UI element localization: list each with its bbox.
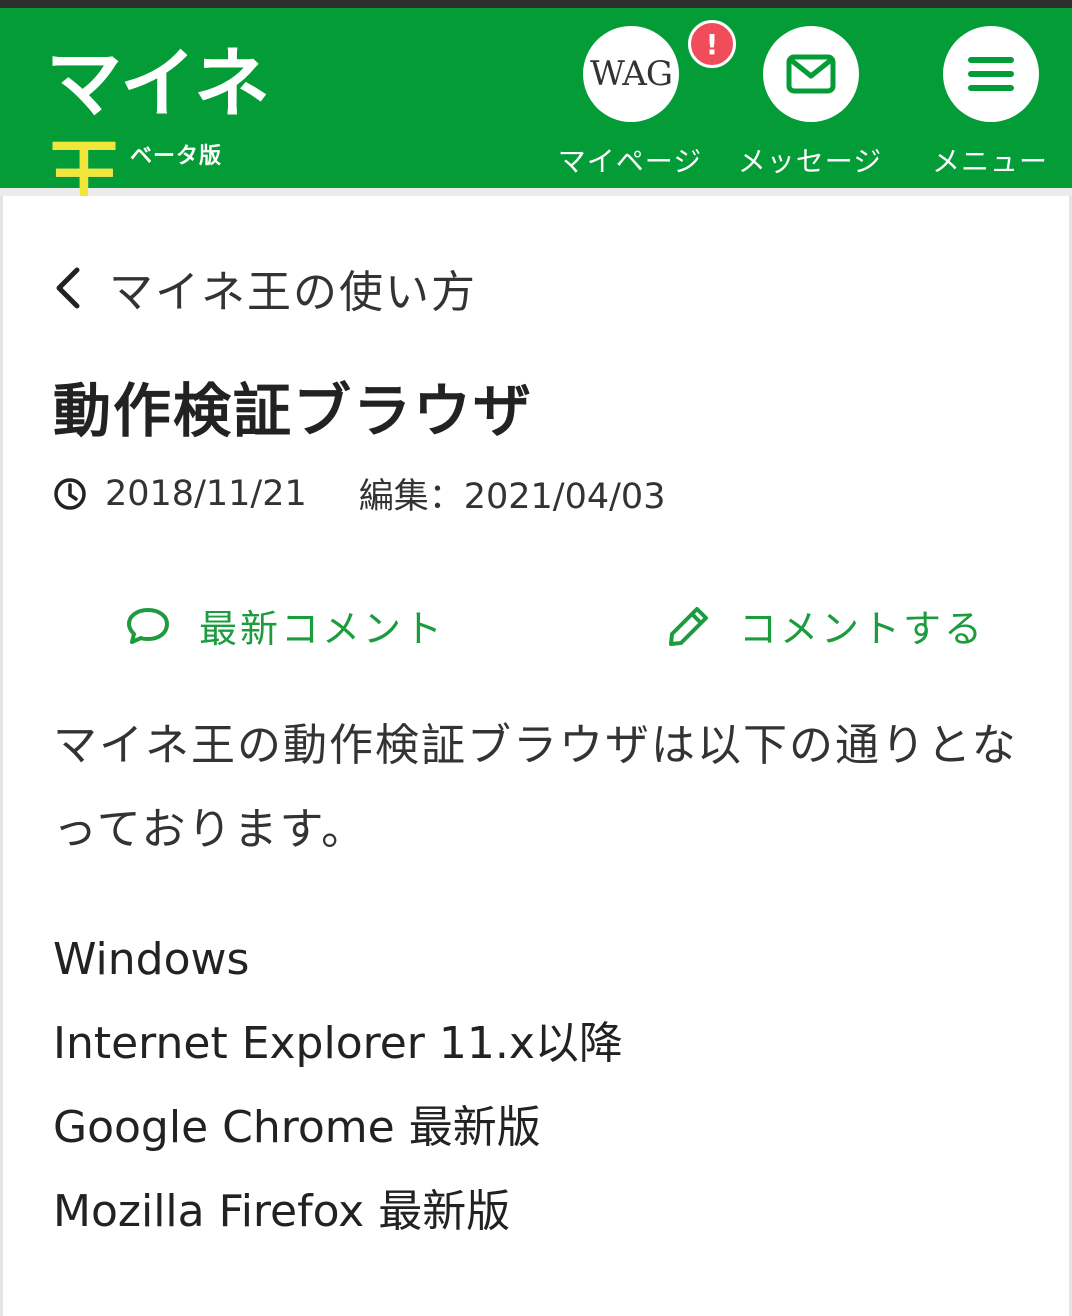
menu-circle[interactable] xyxy=(943,26,1039,122)
messages-button[interactable]: メッセージ xyxy=(730,26,890,186)
breadcrumb-label: マイネ王の使い方 xyxy=(109,267,477,318)
mypage-button[interactable]: WAG ! マイページ xyxy=(550,20,736,186)
logo-beta-label: ベータ版 xyxy=(130,144,223,169)
messages-circle[interactable] xyxy=(763,26,859,122)
list-item: Mozilla Firefox 最新版 xyxy=(53,1186,511,1237)
site-header: マイネ王 ベータ版 WAG ! マイページ メッセージ メニュー xyxy=(0,8,1072,220)
intro-paragraph: マイネ王の動作検証ブラウザは以下の通りとなっております。 xyxy=(53,720,1018,855)
write-comment-label: コメントする xyxy=(739,607,986,651)
hamburger-icon xyxy=(968,57,1014,91)
menu-label: メニュー xyxy=(931,145,1048,178)
pencil-icon xyxy=(669,606,708,646)
browser-list: Windows Internet Explorer 11.x以降 Google … xyxy=(53,918,623,1254)
article-meta: 2018/11/21 編集：2021/04/03 xyxy=(53,468,665,519)
list-item: Google Chrome 最新版 xyxy=(53,1102,541,1153)
article-card: マイネ王の使い方 動作検証ブラウザ 2018/11/21 編集：2021/04/… xyxy=(0,196,1072,1316)
top-strip xyxy=(0,0,1072,8)
speech-bubble-icon xyxy=(127,607,169,644)
list-item: Internet Explorer 11.x以降 xyxy=(53,1018,623,1069)
chevron-left-icon xyxy=(56,267,80,309)
posted-date: 2018/11/21 xyxy=(105,473,307,514)
edited-date: 編集：2021/04/03 xyxy=(358,477,666,517)
mypage-label: マイページ xyxy=(557,145,703,178)
logo-text: マイネ王 xyxy=(46,38,306,222)
latest-comments-label: 最新コメント xyxy=(199,607,446,651)
site-logo[interactable]: マイネ王 ベータ版 xyxy=(46,38,306,220)
clock-icon xyxy=(54,477,86,510)
envelope-icon xyxy=(786,54,836,94)
page-title: 動作検証ブラウザ xyxy=(53,377,534,445)
notification-badge: ! xyxy=(688,20,736,68)
latest-comments-link[interactable]: 最新コメント xyxy=(125,598,445,653)
logo-text-main: マイネ xyxy=(46,39,270,128)
avatar[interactable]: WAG ! xyxy=(583,20,736,122)
messages-label: メッセージ xyxy=(737,145,883,178)
avatar-text: WAG xyxy=(590,54,673,94)
menu-button[interactable]: メニュー xyxy=(910,26,1070,186)
write-comment-link[interactable]: コメントする xyxy=(667,598,985,653)
list-item: Windows xyxy=(53,934,250,985)
breadcrumb[interactable]: マイネ王の使い方 xyxy=(53,256,477,320)
